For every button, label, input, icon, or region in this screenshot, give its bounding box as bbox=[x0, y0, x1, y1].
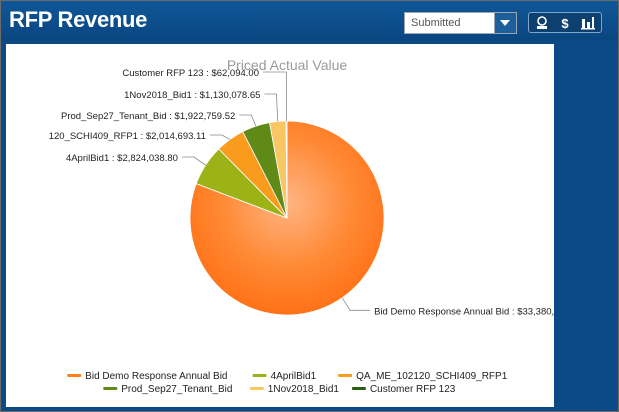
legend-item[interactable]: Prod_Sep27_Tenant_Bid bbox=[121, 384, 232, 395]
dollar-icon[interactable]: $ bbox=[555, 15, 575, 31]
leader-line bbox=[341, 297, 371, 311]
legend-swatch bbox=[252, 374, 267, 377]
svg-text:$: $ bbox=[561, 16, 569, 31]
slice-label: Customer RFP 123 : $62,094.00 bbox=[122, 68, 259, 79]
status-filter-select[interactable]: Submitted bbox=[404, 12, 517, 34]
legend-item[interactable]: Customer RFP 123 bbox=[370, 384, 456, 395]
bar-chart-icon[interactable] bbox=[578, 15, 598, 31]
side-panel bbox=[557, 44, 618, 411]
leader-line bbox=[263, 71, 287, 122]
slice-label: 120_SCHI409_RFP1 : $2,014,693.11 bbox=[49, 131, 206, 142]
legend-item[interactable]: 4AprilBid1 bbox=[271, 371, 317, 382]
legend-swatch bbox=[103, 387, 118, 390]
slice-label: Prod_Sep27_Tenant_Bid : $1,922,759.52 bbox=[61, 111, 235, 122]
chart-panel: Priced Actual Value Bid Demo Response An… bbox=[6, 44, 584, 407]
leader-line bbox=[239, 114, 257, 127]
legend-swatch bbox=[249, 387, 264, 390]
slice-label: Bid Demo Response Annual Bid : $33,380,2… bbox=[374, 306, 554, 317]
slice-label: 4AprilBid1 : $2,824,038.80 bbox=[66, 153, 178, 164]
toolbar: $ bbox=[528, 12, 602, 33]
pie-chart: Priced Actual Value Bid Demo Response An… bbox=[49, 57, 584, 395]
legend-swatch bbox=[338, 374, 353, 377]
legend-item[interactable]: QA_ME_102120_SCHI409_RFP1 bbox=[356, 371, 508, 382]
chevron-down-icon[interactable] bbox=[494, 13, 516, 33]
leader-line bbox=[181, 156, 206, 166]
user-badge-icon[interactable] bbox=[532, 15, 552, 31]
slice-label: 1Nov2018_Bid1 : $1,130,078.65 bbox=[124, 90, 260, 101]
header-bar: RFP Revenue Submitted $ bbox=[1, 1, 618, 41]
leader-line bbox=[264, 93, 279, 122]
status-filter-value: Submitted bbox=[411, 17, 461, 29]
legend-swatch bbox=[67, 374, 82, 377]
legend-item[interactable]: 1Nov2018_Bid1 bbox=[268, 384, 340, 395]
leader-line bbox=[209, 134, 231, 140]
legend-swatch bbox=[351, 387, 366, 390]
app-window: RFP Revenue Submitted $ Priced Actual Va… bbox=[0, 0, 619, 412]
page-title: RFP Revenue bbox=[9, 7, 148, 32]
legend-item[interactable]: Bid Demo Response Annual Bid bbox=[85, 371, 227, 382]
